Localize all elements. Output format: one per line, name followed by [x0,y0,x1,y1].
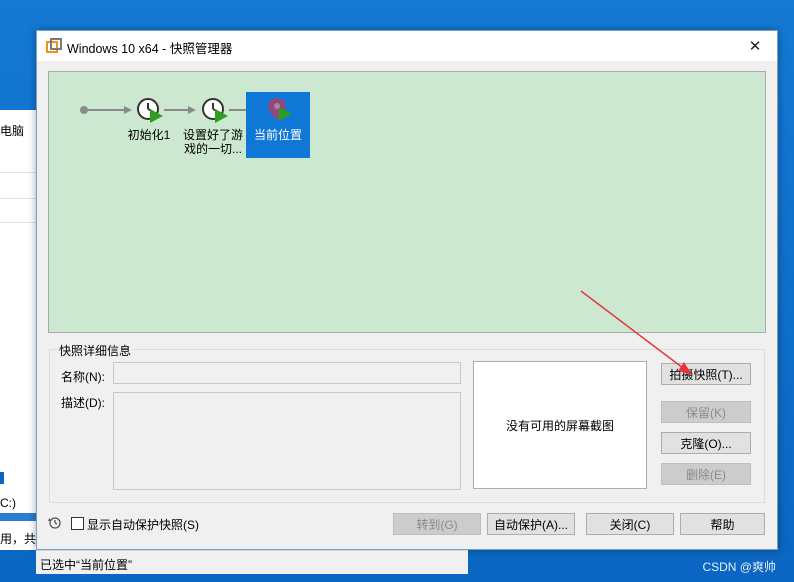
background-text-drive: C:) [0,496,16,510]
background-divider [0,172,40,173]
background-window: 电脑 C:) 用，共 [0,110,40,550]
current-position-label: 当前位置 [253,128,302,142]
window-title: Windows 10 x64 - 快照管理器 [67,42,233,56]
autoprotect-button[interactable]: 自动保护(A)... [487,513,575,535]
connector-arrowhead [188,106,196,114]
help-button[interactable]: 帮助 [680,513,765,535]
snapshot-timeline[interactable]: 初始化1 设置好了游 戏的一切... 当前位置 [48,71,766,333]
history-icon [48,517,61,529]
name-field[interactable] [113,362,461,384]
connector-arrowhead [124,106,132,114]
goto-button[interactable]: 转到(G) [393,513,481,535]
csdn-watermark: CSDN @爽帅 [702,560,776,574]
background-divider [0,198,40,199]
snapshot-clock-icon[interactable] [200,96,230,124]
screenshot-preview: 没有可用的屏幕截图 [473,361,647,489]
current-position-node[interactable]: 当前位置 [246,92,310,158]
delete-button[interactable]: 删除(E) [661,463,751,485]
close-button[interactable]: 关闭(C) [586,513,674,535]
take-snapshot-button[interactable]: 拍摄快照(T)... [661,363,751,385]
location-pin-icon [268,98,292,121]
background-text-computer: 电脑 [0,124,25,138]
keep-button[interactable]: 保留(K) [661,401,751,423]
background-drive-bar [0,513,40,521]
status-text: 已选中“当前位置” [40,558,132,572]
vmware-app-icon [46,38,62,53]
snapshot-label[interactable]: 设置好了游 戏的一切... [179,128,247,156]
title-bar[interactable]: Windows 10 x64 - 快照管理器 ✕ [37,31,777,61]
group-title: 快照详细信息 [57,342,134,359]
show-autoprotect-label[interactable]: 显示自动保护快照(S) [87,516,199,533]
close-window-button[interactable]: ✕ [733,31,777,61]
clone-button[interactable]: 克隆(O)... [661,432,751,454]
snapshot-clock-icon[interactable] [135,96,165,124]
status-bar: 已选中“当前位置” [36,550,468,574]
snapshot-label[interactable]: 初始化1 [123,128,175,142]
timeline-root-dot [80,106,88,114]
description-label: 描述(D): [61,396,105,410]
background-text-usage: 用，共 [0,532,37,546]
name-label: 名称(N): [61,370,105,384]
close-icon: ✕ [748,38,762,55]
show-autoprotect-checkbox[interactable] [71,517,84,530]
background-drive-marker [0,472,4,484]
background-divider [0,222,40,223]
description-field[interactable] [113,392,461,490]
preview-placeholder-text: 没有可用的屏幕截图 [505,418,614,433]
snapshot-manager-dialog: Windows 10 x64 - 快照管理器 ✕ 初始化1 设置好了游 戏的一切… [36,30,778,550]
